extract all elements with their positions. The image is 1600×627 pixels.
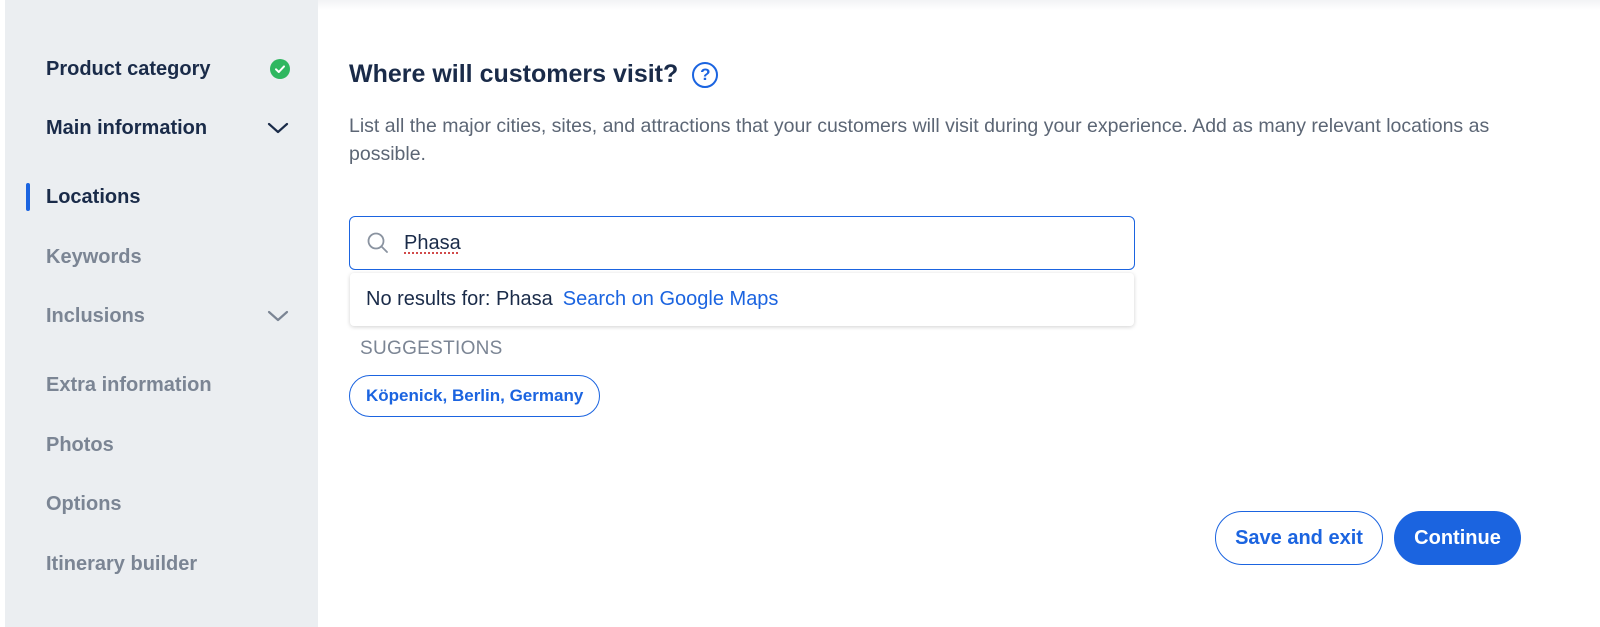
sidebar-item-extra-information[interactable]: Extra information: [5, 363, 318, 407]
sidebar-item-options[interactable]: Options: [5, 482, 318, 526]
search-google-maps-link[interactable]: Search on Google Maps: [563, 288, 779, 311]
sidebar-item-product-category[interactable]: Product category: [5, 47, 318, 91]
active-indicator: [26, 183, 30, 211]
search-icon: [366, 231, 390, 255]
continue-button[interactable]: Continue: [1394, 511, 1521, 565]
location-search-box[interactable]: [349, 216, 1135, 270]
sidebar-item-keywords[interactable]: Keywords: [5, 235, 318, 279]
sidebar-item-locations[interactable]: Locations: [5, 175, 318, 219]
page-description: List all the major cities, sites, and at…: [349, 115, 1490, 165]
sidebar-item-label: Extra information: [46, 373, 212, 396]
page-title-text: Where will customers visit?: [349, 60, 679, 88]
page-title: Where will customers visit? ?: [349, 60, 719, 89]
top-shadow: [318, 0, 1600, 10]
sidebar-item-label: Locations: [46, 185, 141, 208]
sidebar-item-main-information[interactable]: Main information: [5, 106, 318, 150]
sidebar-item-label: Keywords: [46, 245, 142, 268]
no-results-text: No results for: Phasa: [366, 288, 553, 310]
sidebar-item-label: Inclusions: [46, 304, 145, 327]
sidebar-item-label: Options: [46, 492, 122, 515]
search-results-dropdown: No results for: Phasa Search on Google M…: [350, 273, 1134, 326]
sidebar-item-inclusions[interactable]: Inclusions: [5, 294, 318, 338]
sidebar-item-itinerary-builder[interactable]: Itinerary builder: [5, 542, 318, 586]
help-icon[interactable]: ?: [692, 61, 719, 88]
chevron-down-icon[interactable]: [266, 304, 290, 328]
search-input[interactable]: [404, 231, 1104, 255]
check-circle-icon: [270, 59, 290, 79]
suggestions-heading: SUGGESTIONS: [360, 338, 503, 359]
sidebar: Product category Main information Locati…: [5, 0, 318, 627]
sidebar-item-label: Main information: [46, 116, 208, 139]
sidebar-item-photos[interactable]: Photos: [5, 423, 318, 467]
sidebar-item-label: Photos: [46, 433, 114, 456]
chevron-down-icon[interactable]: [266, 116, 290, 140]
save-and-exit-button[interactable]: Save and exit: [1215, 511, 1383, 565]
suggestion-chip[interactable]: Köpenick, Berlin, Germany: [349, 375, 601, 417]
sidebar-item-label: Product category: [46, 57, 211, 80]
sidebar-item-label: Itinerary builder: [46, 552, 198, 575]
